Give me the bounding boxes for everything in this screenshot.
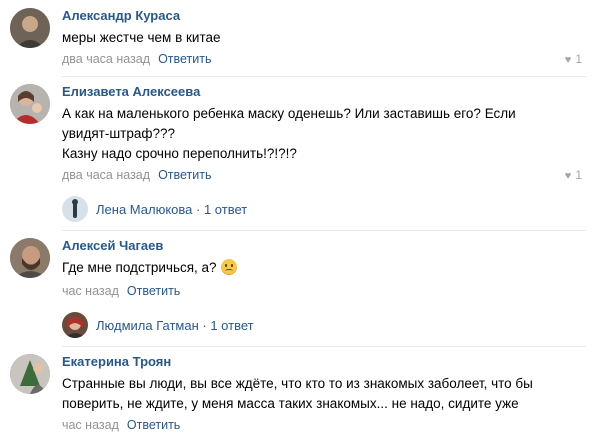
heart-icon: ♥ bbox=[564, 54, 572, 66]
reply-link[interactable]: Ответить bbox=[158, 52, 211, 66]
replies-thread[interactable]: Лена Малюкова · 1 ответ bbox=[62, 196, 302, 224]
thread-author: Лена Малюкова · 1 ответ bbox=[96, 202, 248, 217]
comment-time[interactable]: два часа назад bbox=[62, 168, 150, 182]
comment-meta: час назад Ответить bbox=[62, 418, 180, 432]
like-count: 1 bbox=[575, 52, 582, 66]
comment-text-line: Казну надо срочно переполнить!?!?!? bbox=[62, 146, 297, 161]
comment-author[interactable]: Алексей Чагаев bbox=[62, 238, 163, 253]
comment-author[interactable]: Екатерина Троян bbox=[62, 354, 171, 369]
like-count: 1 bbox=[575, 168, 582, 182]
reply-link[interactable]: Ответить bbox=[158, 168, 211, 182]
replies-count: 1 ответ bbox=[203, 202, 248, 217]
replies-count: 1 ответ bbox=[210, 318, 254, 333]
comment: Александр Кураса меры жестче чем в китае… bbox=[0, 8, 600, 70]
reply-link[interactable]: Ответить bbox=[127, 284, 180, 298]
avatar[interactable] bbox=[10, 84, 50, 124]
avatar[interactable] bbox=[10, 354, 50, 394]
like-button[interactable]: ♥ 1 bbox=[565, 52, 582, 66]
comment: Алексей Чагаев Где мне подстричься, а? ч… bbox=[0, 238, 600, 342]
divider bbox=[62, 230, 586, 231]
comment-text-line: Странные вы люди, вы все ждёте, что кто … bbox=[62, 376, 533, 391]
comment-text: меры жестче чем в китае bbox=[62, 30, 221, 45]
worried-face-icon bbox=[220, 259, 237, 275]
comment-text: Где мне подстричься, а? bbox=[62, 258, 237, 278]
reply-link[interactable]: Ответить bbox=[127, 418, 180, 432]
heart-icon: ♥ bbox=[564, 170, 572, 182]
comment-author[interactable]: Александр Кураса bbox=[62, 8, 180, 23]
thread-avatar bbox=[62, 196, 88, 222]
comment-text-line: А как на маленького ребенка маску оденеш… bbox=[62, 106, 516, 121]
avatar[interactable] bbox=[10, 238, 50, 278]
comment-time[interactable]: час назад bbox=[62, 418, 119, 432]
divider bbox=[62, 76, 586, 77]
comment-meta: час назад Ответить bbox=[62, 284, 180, 298]
comment-meta: два часа назад Ответить bbox=[62, 168, 212, 182]
comment-time[interactable]: час назад bbox=[62, 284, 119, 298]
comment-meta: два часа назад Ответить bbox=[62, 52, 212, 66]
comment-author[interactable]: Елизавета Алексеева bbox=[62, 84, 200, 99]
replies-thread[interactable]: Людмила Гатман · 1 ответ bbox=[62, 312, 322, 340]
divider bbox=[62, 346, 586, 347]
thread-author: Людмила Гатман · 1 ответ bbox=[96, 318, 254, 333]
comment-text-line: поверить, не ждите, у меня масса таких з… bbox=[62, 396, 519, 411]
comment-text-line: увидят-штраф??? bbox=[62, 126, 175, 141]
comment-time[interactable]: два часа назад bbox=[62, 52, 150, 66]
like-button[interactable]: ♥ 1 bbox=[565, 168, 582, 182]
comment: Екатерина Троян Странные вы люди, вы все… bbox=[0, 354, 600, 440]
comment: Елизавета Алексеева А как на маленького … bbox=[0, 84, 600, 224]
avatar[interactable] bbox=[10, 8, 50, 48]
thread-avatar bbox=[62, 312, 88, 338]
